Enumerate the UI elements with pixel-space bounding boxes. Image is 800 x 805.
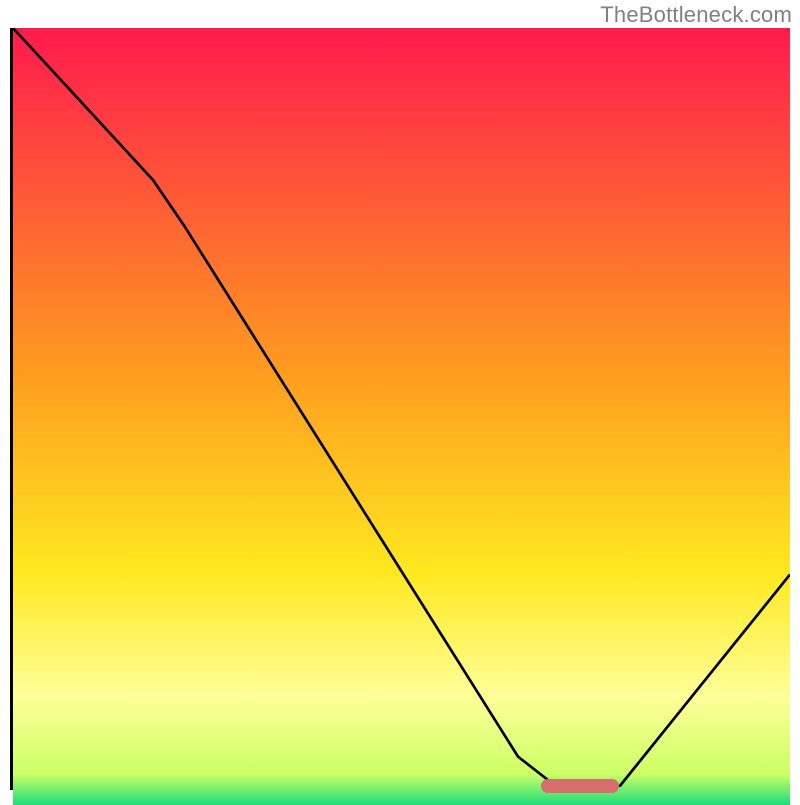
- bottleneck-chart: [10, 28, 790, 790]
- bottleneck-curve: [13, 28, 790, 787]
- watermark-text: TheBottleneck.com: [600, 2, 792, 28]
- optimal-range-marker: [541, 779, 619, 793]
